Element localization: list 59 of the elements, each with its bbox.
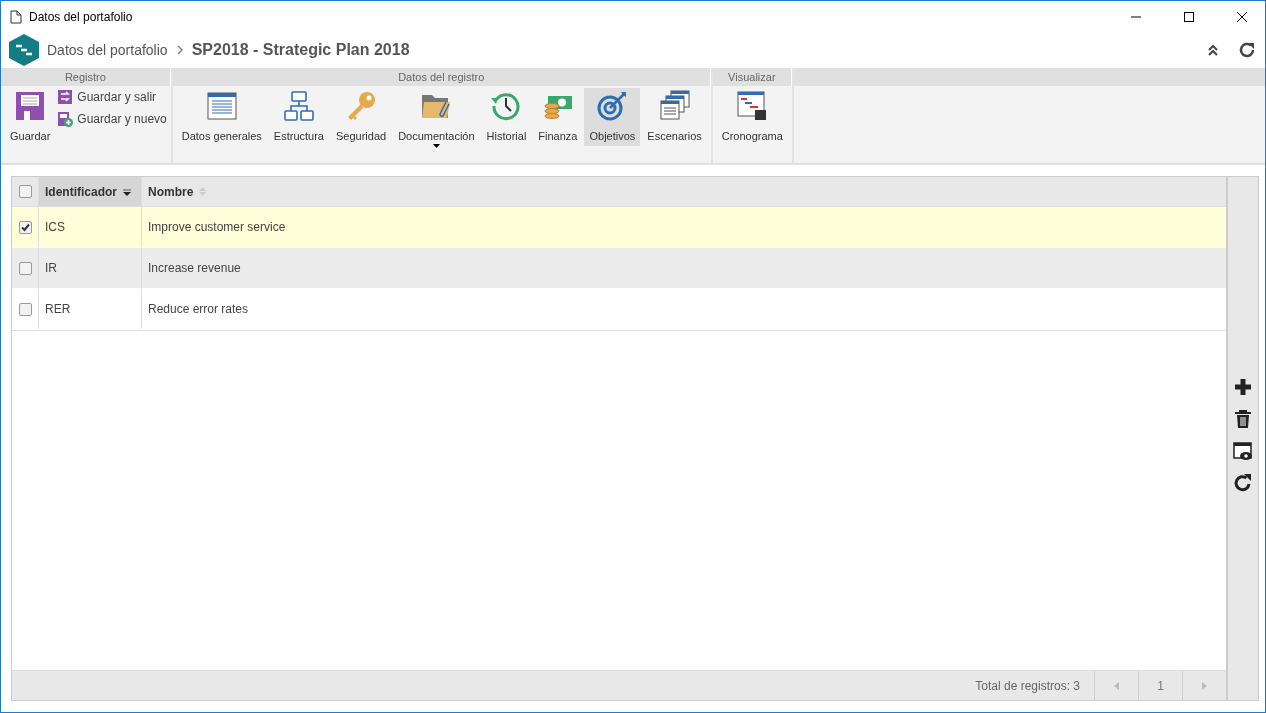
chevron-right-icon — [175, 45, 184, 55]
document-form-icon — [205, 90, 238, 122]
table-cell: Increase revenue — [148, 261, 241, 275]
target-arrow-icon — [596, 90, 629, 122]
save-new-icon — [57, 111, 74, 127]
table-cell: IR — [45, 261, 57, 275]
ribbon-button[interactable]: Objetivos — [584, 88, 641, 146]
collapse-icon[interactable] — [1207, 44, 1219, 56]
add-icon[interactable] — [1233, 377, 1253, 397]
page-number[interactable]: 1 — [1138, 671, 1182, 700]
group-label: Datos del registro — [172, 68, 711, 86]
trash-icon[interactable] — [1233, 409, 1253, 429]
logo-icon — [9, 34, 39, 66]
gantt-chart-icon — [736, 90, 769, 122]
checkbox[interactable] — [18, 261, 32, 275]
maximize-icon[interactable] — [1184, 11, 1194, 22]
close-icon[interactable] — [1237, 11, 1247, 22]
refresh-icon[interactable] — [1233, 473, 1253, 493]
group-label: Visualizar — [712, 68, 792, 86]
window-eye-icon[interactable] — [1233, 441, 1253, 461]
breadcrumb-link[interactable]: Datos del portafolio — [47, 42, 168, 58]
ribbon-button[interactable]: Seguridad — [331, 88, 392, 146]
table-cell: ICS — [45, 220, 65, 234]
history-clock-icon — [490, 90, 523, 122]
checkbox[interactable] — [18, 302, 32, 316]
table-row[interactable]: IR Increase revenue — [12, 248, 1226, 289]
checkbox[interactable] — [18, 220, 32, 234]
caret-icon — [432, 144, 440, 148]
save-exit-icon — [57, 89, 74, 105]
ribbon-button[interactable]: Estructura — [268, 88, 329, 146]
column-header[interactable]: Identificador — [39, 177, 142, 206]
checkbox[interactable] — [18, 185, 32, 198]
document-icon — [10, 9, 22, 24]
sort-descending-icon — [123, 187, 131, 196]
refresh-icon[interactable] — [1238, 41, 1256, 59]
table-row[interactable]: RER Reduce error rates — [12, 289, 1226, 330]
ribbon-button[interactable]: Guardar y salir — [57, 88, 167, 106]
page-title: SP2018 - Strategic Plan 2018 — [191, 41, 411, 59]
column-header[interactable]: Nombre — [142, 177, 1226, 206]
ribbon-button[interactable]: Cronograma — [716, 88, 788, 146]
sort-icon — [199, 187, 207, 196]
ribbon-button[interactable]: Escenarios — [642, 88, 707, 146]
stacked-tables-icon — [658, 90, 691, 122]
table-cell: Improve customer service — [148, 220, 286, 234]
table-cell: RER — [45, 302, 71, 316]
ribbon-button[interactable]: Finanza — [533, 88, 583, 146]
ribbon-button[interactable]: Documentación — [393, 88, 480, 152]
group-label: Registro — [1, 68, 171, 86]
ribbon-button[interactable]: Guardar y nuevo — [57, 110, 167, 128]
ribbon-button[interactable]: Historial — [481, 88, 532, 146]
hierarchy-icon — [282, 90, 315, 122]
table-row[interactable]: ICS Improve customer service — [12, 207, 1226, 248]
triangle-left-icon — [1114, 681, 1119, 690]
window-title: Datos del portafolio — [29, 9, 134, 24]
triangle-right-icon — [1202, 681, 1207, 690]
ribbon-button[interactable]: Guardar — [5, 88, 56, 146]
ribbon-button[interactable]: Datos generales — [176, 88, 267, 146]
table-cell: Reduce error rates — [148, 302, 249, 316]
record-count: Total de registros: 3 — [975, 678, 1081, 693]
